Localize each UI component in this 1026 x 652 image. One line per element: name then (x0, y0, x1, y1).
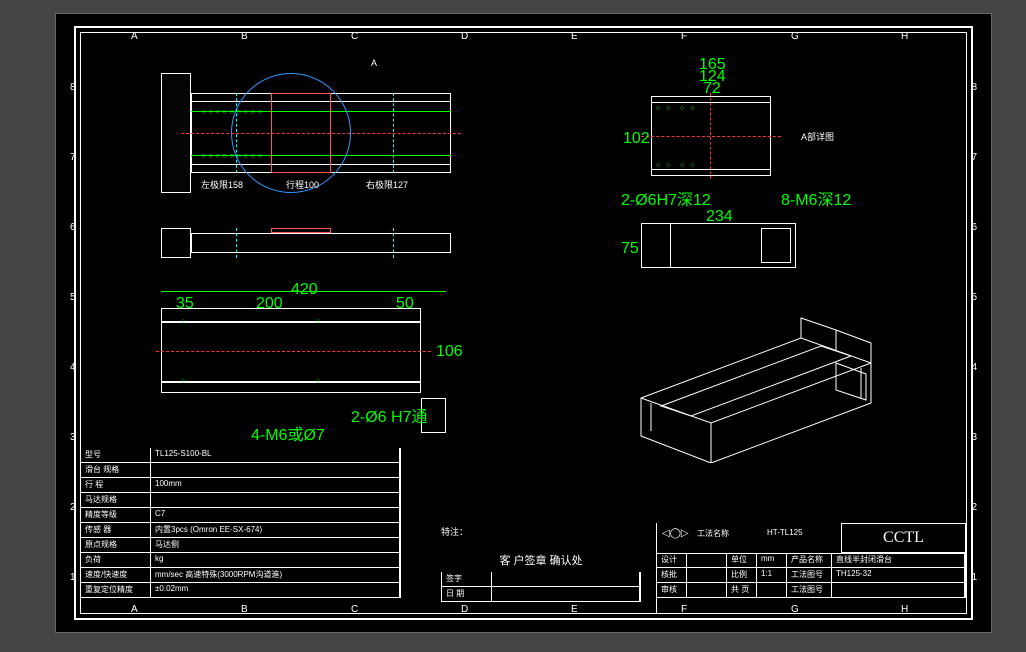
company-logo: CCTL (841, 523, 966, 553)
proj-label: 工法名称 (697, 528, 729, 539)
detail-title: A部详图 (801, 130, 834, 143)
sign-name-label: 签字 (442, 572, 492, 586)
frame-inner: A B C D E F G H A B C D E F G H 1 2 3 (80, 32, 967, 614)
notes-label: 特注： (441, 525, 468, 538)
row-label: 6 (70, 222, 76, 233)
row-label: 5 (971, 292, 977, 303)
unit-label: 单位 (727, 553, 757, 567)
unit-value: mm (757, 553, 787, 567)
sensor-value: 内置3pcs (Omron EE-SX-674) (151, 523, 400, 537)
cad-viewport: A B C D E F G H A B C D E F G H 1 2 3 (0, 0, 1026, 652)
row-label: 7 (971, 152, 977, 163)
load-label: 负荷 (81, 553, 151, 567)
right-limit-label: 右极限127 (366, 178, 408, 191)
drawing-info: CCTL ◁◯▷ 工法名称 HT-TL125 设计 单位mm 产品名称直线半封闭… (656, 523, 966, 613)
row-label: 8 (971, 82, 977, 93)
hole-note-1: 2-Ø6H7深12 (621, 186, 711, 210)
row-label: 5 (70, 292, 76, 303)
title-block: 型号TL125-S100-BL 滑台 规格 行 程100mm 马达规格 精度等级… (81, 448, 966, 613)
detail-view-a: 165 124 72 ○ ○ ○ ○ ○ ○ ○ ○ 102 A部详图 2-Ø6… (631, 58, 861, 213)
stroke-spec-value: 100mm (151, 478, 400, 492)
row-label: 6 (971, 222, 977, 233)
prod-value: 直线半封闭滑台 (832, 553, 965, 567)
iso-svg (621, 308, 891, 463)
dim-106: 106 (436, 343, 463, 361)
row-label: 1 (70, 572, 76, 583)
spec-table: 型号TL125-S100-BL 滑台 规格 行 程100mm 马达规格 精度等级… (81, 448, 401, 613)
design-label: 设计 (657, 553, 687, 567)
row-label: 8 (70, 82, 76, 93)
motor-label: 马达规格 (81, 493, 151, 507)
proj-value: HT-TL125 (767, 528, 803, 537)
grade-label: 精度等级 (81, 508, 151, 522)
ratio-label: 比例 (727, 568, 757, 582)
bottom-view: 420 35 200 50 ○ ○ ○ ○ 106 (161, 283, 471, 443)
row-label: 4 (971, 362, 977, 373)
stroke-spec-label: 行 程 (81, 478, 151, 492)
repeat-label: 重复定位精度 (81, 583, 151, 597)
stroke-label: 行程100 (286, 178, 319, 191)
left-limit-label: 左极限158 (201, 178, 243, 191)
sign-date-label: 日 期 (442, 587, 492, 601)
subtype-label: 滑台 规格 (81, 463, 151, 477)
repeat-value: ±0.02mm (151, 583, 400, 597)
model-value: TL125-S100-BL (151, 448, 400, 462)
detail-marker: A (371, 58, 377, 68)
row-label: 1 (971, 572, 977, 583)
isometric-view (621, 308, 891, 463)
drawing-canvas[interactable]: A B C D E F G H A B C D E F G H 1 2 3 (55, 13, 992, 633)
row-label: 2 (971, 502, 977, 513)
top-view: ○ ○ ○ ○ ○ ○ ○ ○ ○ ○ ○ ○ ○ ○ ○ ○ ○ ○ A 左极… (161, 63, 461, 213)
row-label: 3 (971, 432, 977, 443)
check-label: 核批 (657, 568, 687, 582)
end-view: 234 75 (631, 218, 831, 278)
hole-note-3: 2-Ø6 H7通 (351, 403, 427, 427)
origin-value: 马达侧 (151, 538, 400, 552)
load-value: kg (151, 553, 400, 567)
speed-label: 速度/快速度 (81, 568, 151, 582)
dim-102: 102 (623, 130, 650, 148)
sign-title: 客 户签章 确认处 (441, 548, 641, 572)
drawing-frame: A B C D E F G H A B C D E F G H 1 2 3 (74, 26, 973, 620)
drawno-value: TH125-32 (832, 568, 965, 582)
signature-block: 客 户签章 确认处 签字 日 期 (441, 548, 641, 613)
hole-note-2: 8-M6深12 (781, 186, 851, 210)
speed-value: mm/sec 高速特殊(3000RPM沟道進) (151, 568, 400, 582)
dim-420: 420 (291, 281, 318, 299)
drawno-label: 工法图号 (787, 568, 832, 582)
total-label: 共 页 (727, 583, 757, 597)
row-label: 2 (70, 502, 76, 513)
origin-label: 原点规格 (81, 538, 151, 552)
ratio-value: 1:1 (757, 568, 787, 582)
projection-icon: ◁◯▷ (662, 528, 689, 539)
model-label: 型号 (81, 448, 151, 462)
hole-note-4: 4-M6或Ø7 (251, 421, 325, 445)
approve-label: 审核 (657, 583, 687, 597)
row-label: 7 (70, 152, 76, 163)
dim-75: 75 (621, 240, 639, 258)
page-label: 工法图号 (787, 583, 832, 597)
sensor-label: 传感 器 (81, 523, 151, 537)
row-label: 4 (70, 362, 76, 373)
row-label: 3 (70, 432, 76, 443)
grade-value: C7 (151, 508, 400, 522)
side-view (161, 228, 461, 263)
prod-label: 产品名称 (787, 553, 832, 567)
